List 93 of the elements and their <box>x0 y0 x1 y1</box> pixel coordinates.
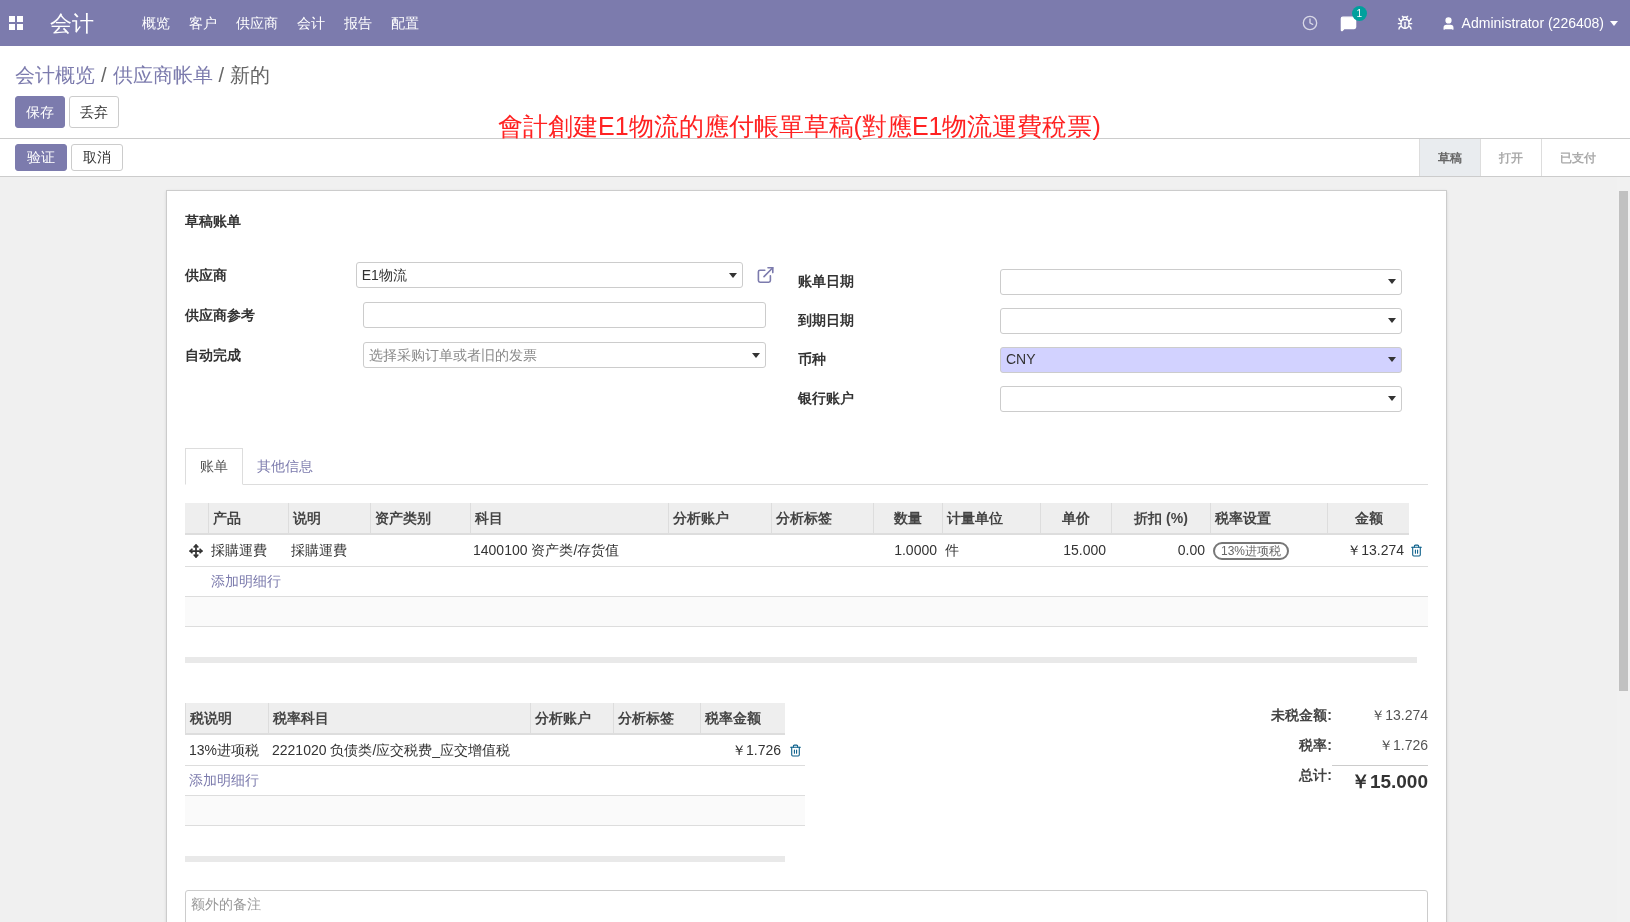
sheet-title: 草稿账单 <box>185 212 242 231</box>
user-icon <box>1440 15 1456 31</box>
menu-item[interactable]: 配置 <box>391 12 419 34</box>
column-header: 分析账户 <box>668 503 771 533</box>
apps-menu-icon[interactable] <box>9 16 23 30</box>
app-title: 会计 <box>50 9 94 38</box>
add-line-link[interactable]: 添加明细行 <box>189 770 259 791</box>
dropdown-field[interactable]: E1物流 <box>355 262 743 288</box>
column-header: 数量 <box>873 503 942 533</box>
column-header: 科目 <box>470 503 668 533</box>
caret-icon <box>728 272 737 278</box>
column-header: 说明 <box>288 503 370 533</box>
total-value: ￥15.000 <box>1332 765 1428 797</box>
menu-item[interactable]: 客户 <box>189 12 217 34</box>
notification-badge: 1 <box>1351 5 1368 21</box>
column-header: 税率金额 <box>700 703 785 735</box>
table-cell: 採購運費 <box>211 542 267 558</box>
notes-field[interactable]: 额外的备注 <box>185 890 1428 922</box>
dropdown-field[interactable] <box>1000 307 1402 334</box>
activity-icon[interactable] <box>1301 15 1318 31</box>
table-cell: 0.00 <box>1177 542 1205 558</box>
caret-icon <box>1388 357 1396 362</box>
status-step[interactable]: 打开 <box>1480 139 1541 176</box>
breadcrumb-link[interactable]: 会计概览 <box>15 60 95 90</box>
drag-handle-icon[interactable] <box>189 543 203 558</box>
menu-item[interactable]: 概览 <box>142 12 170 34</box>
dropdown-field[interactable] <box>1000 268 1402 295</box>
column-header: 金额 <box>1327 503 1409 533</box>
column-header: 分析账户 <box>530 703 613 735</box>
table-cell: 採購運費 <box>291 542 347 558</box>
delete-icon[interactable] <box>1410 544 1423 557</box>
table-cell: 15.000 <box>1063 542 1106 558</box>
tax-tag: 13%进项税 <box>1213 542 1290 560</box>
column-header: 税率科目 <box>268 703 530 735</box>
table-cell: 13%进项税 <box>189 741 260 758</box>
caret-icon <box>1388 318 1396 323</box>
menu-item[interactable]: 会计 <box>297 12 325 34</box>
column-header: 分析标签 <box>613 703 700 735</box>
bug-icon[interactable] <box>1396 15 1413 31</box>
breadcrumb-separator: / <box>101 63 107 88</box>
delete-icon[interactable] <box>789 743 802 757</box>
discard-button[interactable]: 丢弃 <box>69 96 119 128</box>
column-header: 分析标签 <box>771 503 873 533</box>
dropdown-field[interactable]: CNY <box>1000 346 1402 373</box>
save-button[interactable]: 保存 <box>15 96 65 128</box>
validate-button[interactable]: 验证 <box>15 144 67 171</box>
field-label: 账单日期 <box>798 272 855 291</box>
table-cell: 件 <box>945 542 959 558</box>
total-value: ￥1.726 <box>1377 736 1428 755</box>
column-header: 产品 <box>208 503 288 533</box>
total-value: ￥13.274 <box>1370 706 1428 725</box>
field-label: 币种 <box>798 350 827 369</box>
column-header: 税说明 <box>185 703 268 735</box>
menu-item[interactable]: 报告 <box>344 12 372 34</box>
column-header: 资产类别 <box>370 503 470 533</box>
table-cell: ￥13.274 <box>1347 542 1404 558</box>
total-label: 总计: <box>1297 766 1332 785</box>
caret-icon <box>1610 20 1618 26</box>
table-cell: ￥1.726 <box>731 741 781 758</box>
column-header: 折扣 (%) <box>1111 503 1210 533</box>
status-step[interactable]: 已支付 <box>1541 139 1614 176</box>
tab[interactable]: 账单 <box>185 448 243 485</box>
dropdown-field[interactable] <box>1000 385 1402 412</box>
cancel-button[interactable]: 取消 <box>71 144 123 171</box>
column-header: 税率设置 <box>1210 503 1327 533</box>
total-label: 未税金额: <box>1270 706 1332 725</box>
breadcrumb-separator: / <box>218 63 225 88</box>
status-step[interactable]: 草稿 <box>1419 139 1480 176</box>
chat-icon[interactable] <box>1339 14 1357 32</box>
total-label: 税率: <box>1297 736 1332 755</box>
field-label: 供应商 <box>185 265 228 285</box>
field-label: 自动完成 <box>185 345 242 365</box>
field-label: 供应商参考 <box>185 305 256 325</box>
field-label: 到期日期 <box>798 311 855 330</box>
tab[interactable]: 其他信息 <box>243 448 327 484</box>
user-menu[interactable]: Administrator (226408) <box>1440 12 1618 34</box>
column-header: 单价 <box>1040 503 1111 533</box>
caret-icon <box>1388 396 1396 401</box>
dropdown-field[interactable]: 选择采购订单或者旧的发票 <box>363 342 766 368</box>
column-header: 计量单位 <box>942 503 1040 533</box>
annotation-text: 會計創建E1物流的應付帳單草稿(對應E1物流運費稅票) <box>498 111 1101 142</box>
caret-icon <box>752 352 760 358</box>
table-cell: 1400100 资产类/存货值 <box>473 542 620 558</box>
input-field[interactable] <box>363 302 766 328</box>
external-link-icon[interactable] <box>755 265 775 285</box>
breadcrumb-link[interactable]: 供应商帐单 <box>112 60 213 90</box>
caret-icon <box>1388 279 1396 284</box>
table-cell: 1.0000 <box>894 542 937 558</box>
add-line-link[interactable]: 添加明细行 <box>211 571 281 592</box>
table-cell: 2221020 负债类/应交税费_应交增值税 <box>272 741 511 758</box>
field-label: 银行账户 <box>798 389 855 408</box>
menu-item[interactable]: 供应商 <box>236 12 278 34</box>
breadcrumb-current: 新的 <box>230 63 271 88</box>
